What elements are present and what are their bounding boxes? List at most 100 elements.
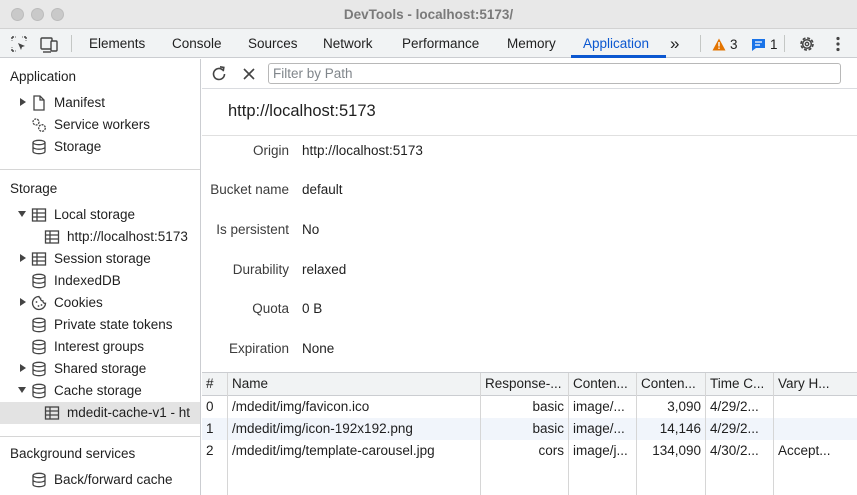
sidebar-item-cache-storage[interactable]: Cache storage <box>0 380 200 402</box>
table-cell: cors <box>481 440 569 462</box>
gears-icon <box>32 118 46 132</box>
table-cell: 2 <box>202 440 228 462</box>
messages-badge[interactable]: 1 <box>751 35 778 53</box>
collapse-arrow-icon[interactable] <box>17 209 27 219</box>
table-cell: image/... <box>569 418 637 440</box>
table-icon <box>31 208 47 222</box>
expand-arrow-icon[interactable] <box>18 363 28 373</box>
table-cell: 1 <box>202 418 228 440</box>
table-cell: basic <box>481 418 569 440</box>
expand-arrow-icon[interactable] <box>18 253 28 263</box>
device-toolbar-icon[interactable] <box>39 34 59 54</box>
table-cell: 0 <box>202 396 228 418</box>
database-icon <box>32 317 46 333</box>
sidebar-item-label: Cookies <box>54 295 103 310</box>
sidebar-item-local-storage-origin[interactable]: http://localhost:5173 <box>0 226 200 248</box>
sidebar-item-indexeddb[interactable]: IndexedDB <box>0 270 200 292</box>
table-cell: 4/30/2... <box>706 440 774 462</box>
sidebar-item-private-state-tokens[interactable]: Private state tokens <box>0 314 200 336</box>
collapse-arrow-icon[interactable] <box>17 385 27 395</box>
tab-performance[interactable]: Performance <box>402 29 479 58</box>
more-options-kebab-icon[interactable] <box>828 34 848 54</box>
column-header-vary-header[interactable]: Vary H... <box>774 373 857 396</box>
column-divider <box>636 462 637 495</box>
expand-arrow-icon[interactable] <box>18 97 28 107</box>
table-row[interactable]: 0 /mdedit/img/favicon.ico basic image/..… <box>202 396 857 418</box>
table-cell: 4/29/2... <box>706 396 774 418</box>
column-header-time-cached[interactable]: Time C... <box>706 373 774 396</box>
database-icon <box>32 273 46 289</box>
tab-application[interactable]: Application <box>583 29 649 58</box>
table-header: # Name Response-... Conten... Conten... … <box>202 372 857 396</box>
devtools-toolbar: Elements Console Sources Network Perform… <box>0 29 857 58</box>
document-icon <box>33 95 45 111</box>
sidebar-item-shared-storage[interactable]: Shared storage <box>0 358 200 380</box>
database-icon <box>32 339 46 355</box>
clear-icon[interactable] <box>240 65 258 83</box>
cache-entries-table: # Name Response-... Conten... Conten... … <box>202 372 857 495</box>
column-divider <box>480 462 481 495</box>
sidebar-item-label: Back/forward cache <box>54 472 173 487</box>
database-icon <box>32 383 46 399</box>
sidebar-item-label: IndexedDB <box>54 273 121 288</box>
sidebar-item-label: http://localhost:5173 <box>67 229 188 244</box>
sidebar-item-label: Manifest <box>54 95 106 110</box>
column-header-response-type[interactable]: Response-... <box>481 373 569 396</box>
column-divider <box>568 462 569 495</box>
table-icon <box>44 230 60 244</box>
expiration-label: Expiration <box>228 341 289 356</box>
sidebar-item-session-storage[interactable]: Session storage <box>0 248 200 270</box>
cookie-icon <box>31 295 47 311</box>
tab-console[interactable]: Console <box>172 29 222 58</box>
bucket-name-value: default <box>302 182 343 197</box>
messages-count: 1 <box>770 36 778 52</box>
column-header-content-length[interactable]: Conten... <box>637 373 706 396</box>
sidebar-item-cookies[interactable]: Cookies <box>0 292 200 314</box>
table-cell: 134,090 <box>637 440 706 462</box>
column-divider <box>705 462 706 495</box>
is-persistent-label: Is persistent <box>216 222 289 237</box>
column-header-content-type[interactable]: Conten... <box>569 373 637 396</box>
sidebar-item-cache-mdedit[interactable]: mdedit-cache-v1 - ht <box>0 402 200 424</box>
sidebar-item-storage[interactable]: Storage <box>0 136 200 158</box>
table-cell: /mdedit/img/favicon.ico <box>228 396 481 418</box>
sidebar-item-local-storage[interactable]: Local storage <box>0 204 200 226</box>
section-title-storage: Storage <box>10 181 58 196</box>
sidebar-item-label: Interest groups <box>54 339 145 354</box>
origin-label: Origin <box>252 143 289 158</box>
sidebar-item-back-forward-cache[interactable]: Back/forward cache <box>0 469 200 491</box>
column-header-index[interactable]: # <box>202 373 228 396</box>
tab-sources[interactable]: Sources <box>248 29 298 58</box>
warnings-badge[interactable]: 3 <box>712 35 738 53</box>
bucket-origin-heading: http://localhost:5173 <box>228 102 376 120</box>
table-icon <box>44 406 60 420</box>
window-title-bar: DevTools - localhost:5173/ <box>0 0 857 29</box>
tab-network[interactable]: Network <box>323 29 373 58</box>
expiration-value: None <box>302 341 335 356</box>
sidebar-item-interest-groups[interactable]: Interest groups <box>0 336 200 358</box>
expand-arrow-icon[interactable] <box>18 297 28 307</box>
sidebar-item-manifest[interactable]: Manifest <box>0 92 200 114</box>
database-icon <box>32 361 46 377</box>
inspect-element-icon[interactable] <box>9 34 29 54</box>
table-cell <box>774 396 857 418</box>
window-title: DevTools - localhost:5173/ <box>343 7 514 22</box>
table-cell: Accept... <box>778 443 831 458</box>
warnings-count: 3 <box>730 36 738 52</box>
table-row[interactable]: 2 /mdedit/img/template-carousel.jpg cors… <box>202 440 857 462</box>
settings-gear-icon[interactable] <box>797 34 817 54</box>
tab-elements[interactable]: Elements <box>89 29 145 58</box>
table-icon <box>31 252 47 266</box>
sidebar-item-label: mdedit-cache-v1 - ht <box>67 405 191 420</box>
database-icon <box>32 472 46 488</box>
filter-by-path-input[interactable] <box>268 63 841 84</box>
column-header-name[interactable]: Name <box>228 373 481 396</box>
tab-memory[interactable]: Memory <box>507 29 556 58</box>
sidebar-item-label: Service workers <box>54 117 151 132</box>
more-tabs-button[interactable]: » <box>670 29 679 58</box>
refresh-icon[interactable] <box>209 64 229 84</box>
table-row[interactable]: 1 /mdedit/img/icon-192x192.png basic ima… <box>202 418 857 440</box>
sidebar-item-service-workers[interactable]: Service workers <box>0 114 200 136</box>
table-cell: 3,090 <box>637 396 706 418</box>
message-icon <box>752 38 765 51</box>
